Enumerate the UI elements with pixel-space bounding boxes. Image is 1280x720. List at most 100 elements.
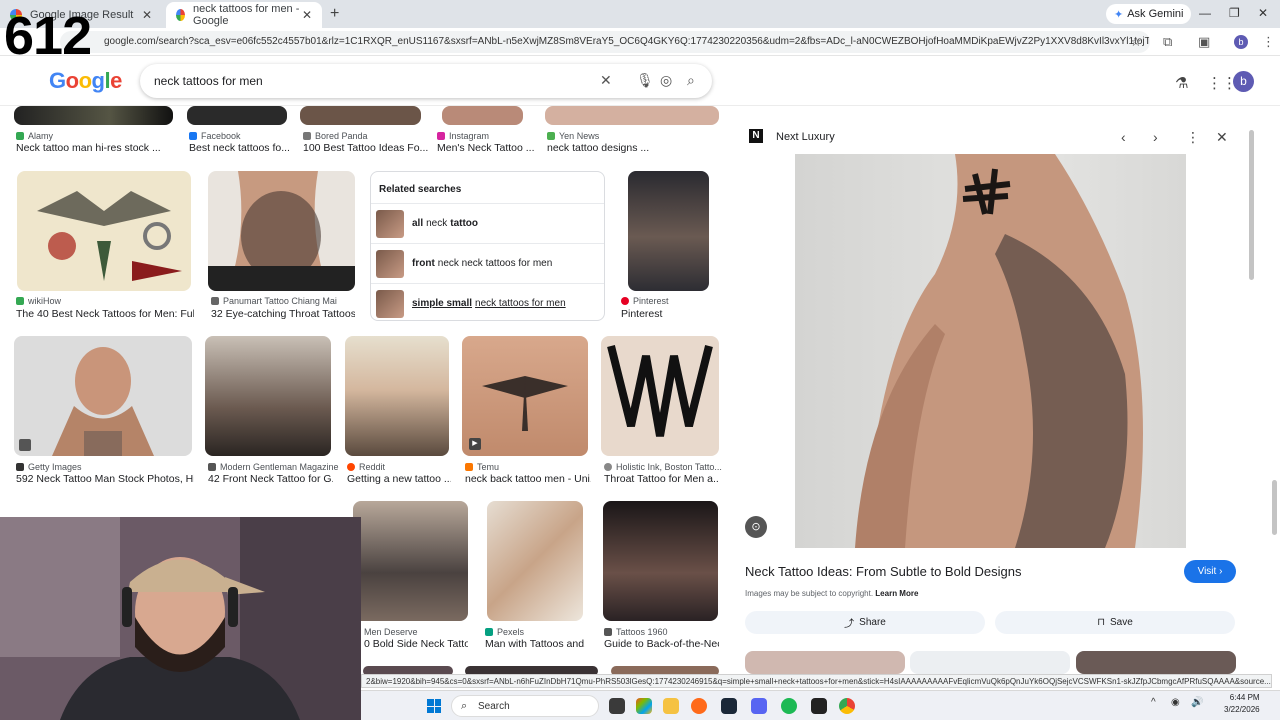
labs-flask-icon[interactable]: ⚗ [1175,74,1188,92]
image-result-thumbnail[interactable] [487,501,583,621]
search-icon[interactable]: ⌕ [687,72,695,89]
result-title[interactable]: 42 Front Neck Tattoo for G... [208,473,333,485]
result-title[interactable]: Man with Tattoos and... [485,638,585,650]
image-result-thumbnail[interactable] [603,501,718,621]
result-title[interactable]: Throat Tattoo for Men a... [604,473,719,485]
image-result-thumbnail[interactable] [628,171,709,291]
result-title[interactable]: Men's Neck Tattoo ... [437,142,537,154]
google-favicon-icon [176,9,186,21]
close-tab-icon[interactable]: ✕ [302,8,312,22]
result-title[interactable]: Neck tattoo man hi-res stock ... [16,142,176,154]
streamer-webcam-image [0,517,361,720]
minimize-icon[interactable]: — [1199,6,1211,20]
related-preview-thumbnail[interactable] [910,651,1070,674]
preview-site-name[interactable]: Next Luxury [776,131,835,143]
google-lens-icon[interactable]: ⊙ [745,516,767,538]
image-result-thumbnail[interactable] [14,336,192,456]
next-icon[interactable]: › [1153,129,1158,145]
result-source: Facebook [189,131,241,141]
sidepanel-icon[interactable]: ▣ [1198,34,1210,50]
file-explorer-icon[interactable] [663,698,679,714]
related-preview-thumbnail[interactable] [745,651,905,674]
tab-neck-tattoos[interactable]: neck tattoos for men - Google ✕ [166,2,322,28]
google-logo[interactable]: Google [49,68,122,94]
tray-chevron-icon[interactable]: ^ [1151,697,1156,708]
obs-icon[interactable] [811,698,827,714]
windows-start-icon[interactable] [427,699,441,713]
result-title[interactable]: 32 Eye-catching Throat Tattoos ... [211,308,355,320]
extensions-icon[interactable]: ⧉ [1163,34,1172,50]
spotify-icon[interactable] [781,698,797,714]
chrome-icon[interactable] [839,698,855,714]
image-result-thumbnail[interactable] [300,106,421,125]
image-result-thumbnail[interactable] [601,336,719,456]
more-options-icon[interactable]: ⋮ [1186,129,1200,146]
image-result-thumbnail[interactable] [345,336,449,456]
taskbar-clock[interactable]: 6:44 PM 3/22/2026 [1224,692,1260,716]
result-title[interactable]: Guide to Back-of-the-Nec... [604,638,719,650]
save-button[interactable]: ⊓ Save [995,611,1235,634]
preview-image[interactable] [795,154,1186,548]
result-title[interactable]: 0 Bold Side Neck Tatto... [364,638,468,650]
lens-search-icon[interactable]: ◎ [660,72,672,89]
image-result-thumbnail[interactable] [353,501,468,621]
page-scrollbar[interactable] [1272,480,1277,535]
overlay-counter: 612 [4,6,92,66]
result-title[interactable]: 592 Neck Tattoo Man Stock Photos, Hi... [16,473,194,485]
image-result-thumbnail[interactable] [208,171,355,291]
preview-title[interactable]: Neck Tattoo Ideas: From Subtle to Bold D… [745,564,1022,579]
result-title[interactable]: Best neck tattoos fo... [189,142,294,154]
google-account-avatar[interactable]: b [1233,71,1254,92]
site-favicon-icon [303,132,311,140]
result-title[interactable]: The 40 Best Neck Tattoos for Men: Full .… [16,308,194,320]
result-title[interactable]: Pinterest [621,308,719,320]
image-result-thumbnail[interactable]: ▶ [462,336,588,456]
new-tab-icon[interactable]: + [330,5,339,23]
site-favicon-icon [604,628,612,636]
task-view-icon[interactable] [609,698,625,714]
learn-more-link[interactable]: Learn More [875,589,918,598]
taskbar-search[interactable]: ⌕ Search [451,695,599,717]
previous-icon[interactable]: ‹ [1121,129,1126,145]
window-close-icon[interactable]: ✕ [1258,6,1268,20]
related-search-item[interactable]: all neck tattoo [371,203,604,243]
ask-gemini-button[interactable]: ✦ Ask Gemini [1106,4,1192,24]
network-icon[interactable]: ◉ [1171,697,1180,708]
browser-profile-avatar[interactable]: b [1234,35,1248,49]
related-search-item[interactable]: simple small neck tattoos for men [371,283,604,323]
result-source: Men Deserve [364,627,418,637]
related-searches-heading: Related searches [379,184,462,195]
result-title[interactable]: neck tattoo designs ... [547,142,719,154]
image-result-thumbnail[interactable] [14,106,173,125]
bookmark-star-icon[interactable]: ☆ [1130,34,1142,50]
image-result-thumbnail[interactable] [442,106,523,125]
panel-scrollbar[interactable] [1249,130,1254,280]
visit-button[interactable]: Visit › [1184,560,1236,583]
discord-icon[interactable] [751,698,767,714]
volume-icon[interactable]: 🔊 [1191,697,1203,708]
image-result-thumbnail[interactable] [205,336,331,456]
search-box[interactable]: neck tattoos for men ✕ 🎙 ◎ ⌕ [140,64,712,98]
share-button[interactable]: ⤴ Share [745,611,985,634]
image-result-thumbnail[interactable] [187,106,287,125]
site-logo: N [749,129,763,143]
result-title[interactable]: Getting a new tattoo ... [347,473,451,485]
close-tab-icon[interactable]: ✕ [142,8,152,22]
image-result-thumbnail[interactable] [545,106,719,125]
result-title[interactable]: 100 Best Tattoo Ideas Fo... [303,142,428,154]
related-search-item[interactable]: front neck neck tattoos for men [371,243,604,283]
result-title[interactable]: neck back tattoo men - Uni... [465,473,591,485]
related-preview-thumbnail[interactable] [1076,651,1236,674]
clear-search-icon[interactable]: ✕ [600,72,612,89]
url-field[interactable]: google.com/search?sca_esv=e06fc552c4557b… [60,31,1150,53]
steam-icon[interactable] [721,698,737,714]
browser-menu-icon[interactable]: ⋮ [1262,34,1275,50]
image-result-thumbnail[interactable] [17,171,191,291]
search-input[interactable]: neck tattoos for men [154,74,263,88]
firefox-icon[interactable] [691,698,707,714]
close-preview-icon[interactable]: ✕ [1216,129,1228,146]
voice-search-icon[interactable]: 🎙 [636,72,654,89]
copilot-icon[interactable] [636,698,652,714]
maximize-icon[interactable]: ❐ [1229,6,1240,20]
result-source: Holistic Ink, Boston Tatto... [604,462,722,472]
